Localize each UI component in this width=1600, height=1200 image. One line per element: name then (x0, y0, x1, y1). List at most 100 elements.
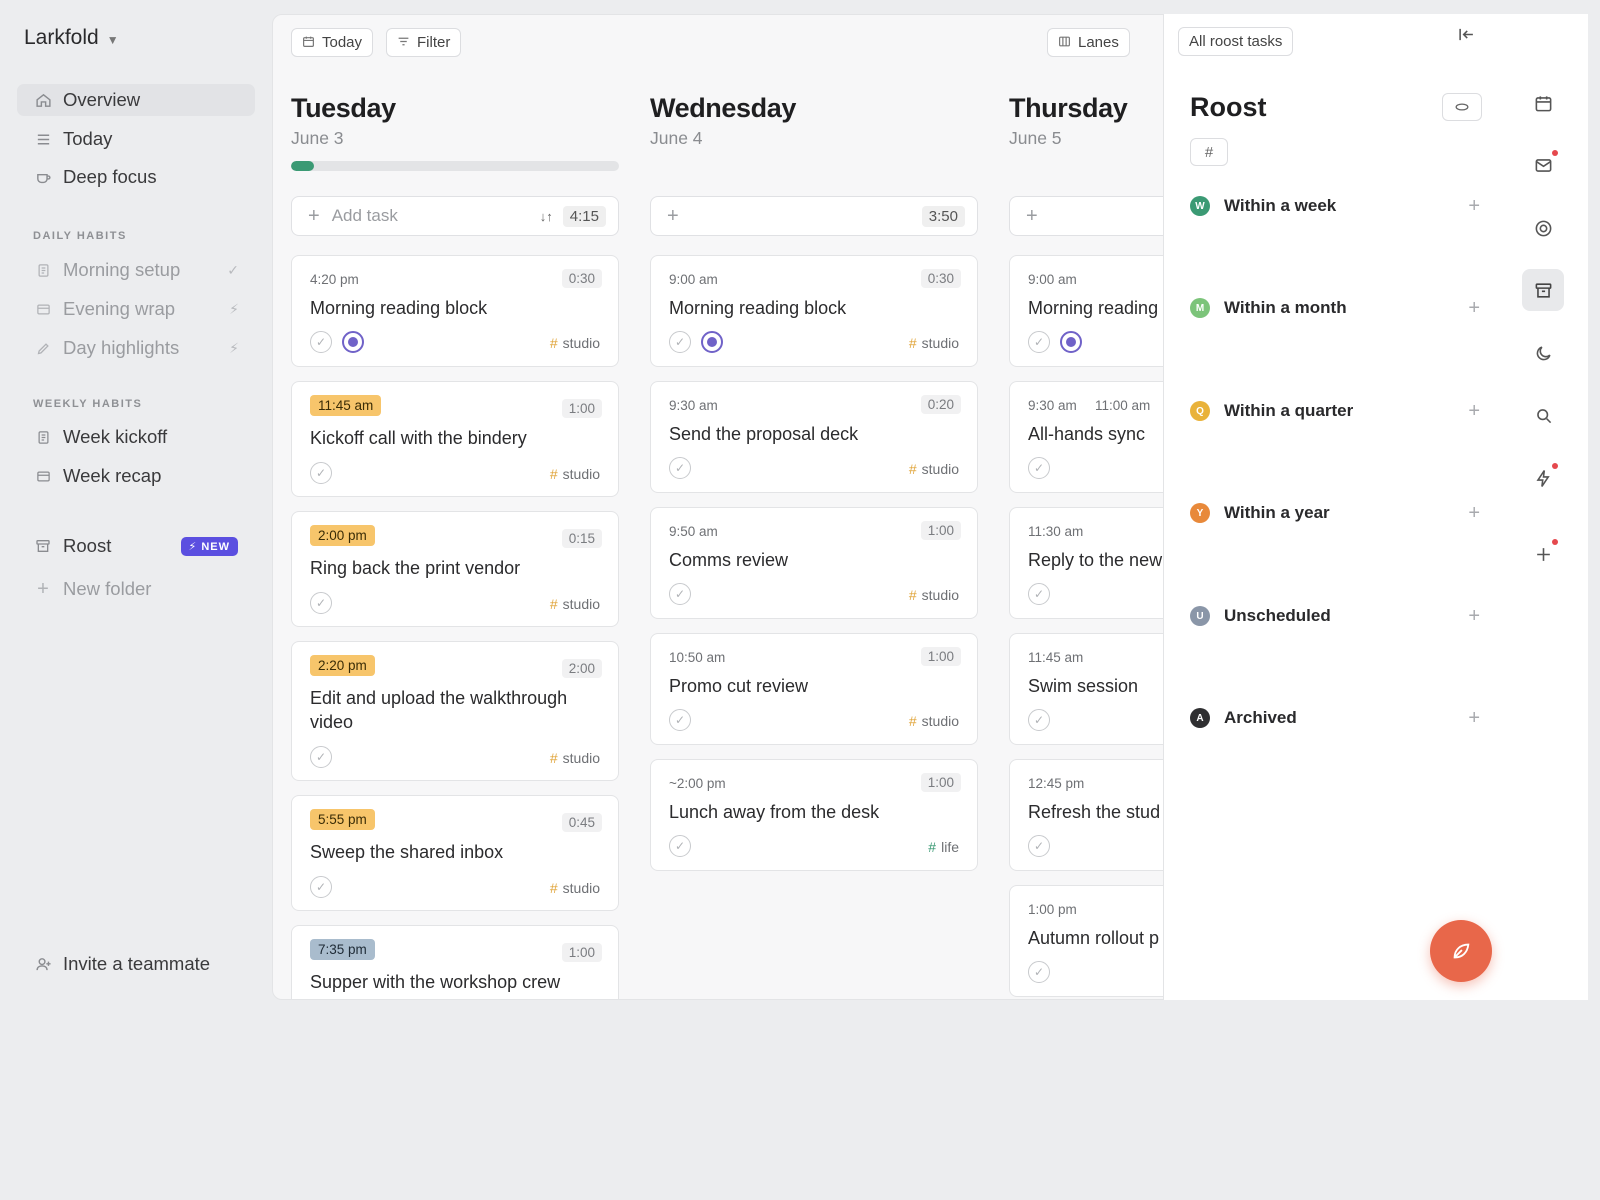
archive-box-icon (33, 536, 53, 556)
nav-overview[interactable]: Overview (17, 84, 255, 116)
task-card[interactable]: 9:50 am 1:00 Comms review ✓ # studio (650, 507, 978, 619)
sort-icon[interactable]: ↓↑ (540, 209, 553, 224)
complete-checkbox[interactable]: ✓ (669, 457, 691, 479)
task-time: 9:30 am (1028, 398, 1077, 413)
calendar-icon[interactable] (1522, 82, 1564, 124)
task-title: Edit and upload the walkthrough video (310, 688, 568, 732)
collapse-panel-icon[interactable] (1458, 27, 1475, 47)
habit-day-highlights[interactable]: Day highlights ⚡ (17, 332, 255, 364)
sidebar: Larkfold ▼ Overview Today Deep focus DAI… (0, 0, 272, 1000)
complete-checkbox[interactable]: ✓ (669, 835, 691, 857)
add-icon[interactable]: + (1468, 400, 1480, 423)
moon-icon[interactable] (1522, 332, 1564, 374)
complete-checkbox[interactable]: ✓ (1028, 457, 1050, 479)
task-card[interactable]: 10:50 am 1:00 Promo cut review ✓ # studio (650, 633, 978, 745)
plus-icon[interactable] (1522, 533, 1564, 575)
task-card[interactable]: 9:00 am 0:30 Morning reading block ✓ # st… (650, 255, 978, 367)
complete-checkbox[interactable]: ✓ (1028, 331, 1050, 353)
all-roost-tasks-button[interactable]: All roost tasks (1178, 27, 1294, 56)
habit-week-kickoff[interactable]: Week kickoff (17, 421, 255, 453)
complete-checkbox[interactable]: ✓ (669, 709, 691, 731)
focus-target-icon[interactable] (342, 331, 364, 353)
task-title: Ring back the print vendor (310, 558, 521, 578)
chat-button[interactable] (1430, 920, 1492, 982)
target-icon[interactable] (1522, 207, 1564, 249)
cup-icon (33, 167, 53, 187)
task-duration: 1:00 (561, 943, 602, 962)
today-button[interactable]: Today (291, 28, 374, 57)
nav-today[interactable]: Today (17, 123, 255, 155)
invite-teammate-button[interactable]: Invite a teammate (17, 948, 255, 980)
chevron-down-icon: ▼ (106, 32, 119, 47)
add-task-input[interactable]: + Add task ↓↑ 4:15 (291, 196, 619, 236)
hashtag-filter-button[interactable]: # (1190, 138, 1228, 166)
hash-icon: # (549, 466, 558, 482)
bucket-letter: Y (1190, 503, 1210, 523)
new-folder-button[interactable]: + New folder (17, 573, 255, 605)
add-icon[interactable]: + (1468, 502, 1480, 525)
card-icon (33, 299, 53, 319)
task-duration: 1:00 (920, 521, 961, 540)
task-time: 9:50 am (669, 524, 718, 539)
task-time: 9:00 am (669, 272, 718, 287)
task-card[interactable]: 9:30 am 0:20 Send the proposal deck ✓ # s… (650, 381, 978, 493)
bucket-within-a-year[interactable]: Y Within a year + (1190, 501, 1480, 525)
complete-checkbox[interactable]: ✓ (1028, 961, 1050, 983)
bucket-within-a-week[interactable]: W Within a week + (1190, 194, 1480, 218)
hash-icon: # (928, 839, 937, 855)
bucket-within-a-month[interactable]: M Within a month + (1190, 296, 1480, 320)
complete-checkbox[interactable]: ✓ (310, 462, 332, 484)
workspace-switcher[interactable]: Larkfold ▼ (24, 26, 119, 50)
nav-deep-focus[interactable]: Deep focus (17, 161, 255, 193)
complete-checkbox[interactable]: ✓ (310, 592, 332, 614)
bucket-letter: Q (1190, 401, 1210, 421)
mail-icon[interactable] (1522, 144, 1564, 186)
task-duration: 0:45 (561, 813, 602, 832)
add-icon[interactable]: + (1468, 195, 1480, 218)
add-icon[interactable]: + (1468, 297, 1480, 320)
day-date: June 3 (291, 128, 344, 148)
complete-checkbox[interactable]: ✓ (310, 876, 332, 898)
focus-target-icon[interactable] (701, 331, 723, 353)
lanes-button[interactable]: Lanes (1047, 28, 1130, 57)
calendar-icon (302, 35, 315, 51)
add-icon[interactable]: + (1468, 605, 1480, 628)
complete-checkbox[interactable]: ✓ (669, 331, 691, 353)
bucket-unscheduled[interactable]: U Unscheduled + (1190, 604, 1480, 628)
nav-roost[interactable]: Roost ⚡ NEW (17, 530, 255, 562)
task-card[interactable]: 7:35 pm 1:00 Supper with the workshop cr… (291, 925, 619, 999)
task-card[interactable]: 4:20 pm 0:30 Morning reading block ✓ # st… (291, 255, 619, 367)
search-icon[interactable] (1522, 394, 1564, 436)
task-card[interactable]: 2:20 pm 2:00 Edit and upload the walkthr… (291, 641, 619, 781)
task-card[interactable]: 2:00 pm 0:15 Ring back the print vendor … (291, 511, 619, 627)
add-task-input[interactable]: + 3:50 (650, 196, 978, 236)
task-duration: 0:15 (561, 529, 602, 548)
bucket-archived[interactable]: A Archived + (1190, 706, 1480, 730)
complete-checkbox[interactable]: ✓ (310, 746, 332, 768)
filter-button[interactable]: Filter (386, 28, 462, 57)
habit-label: Evening wrap (63, 298, 176, 319)
focus-target-icon[interactable] (1060, 331, 1082, 353)
leaf-icon (1453, 943, 1470, 959)
task-title: Promo cut review (669, 676, 809, 696)
habit-morning-setup[interactable]: Morning setup ✓ (17, 254, 255, 286)
task-card[interactable]: ~2:00 pm 1:00 Lunch away from the desk ✓… (650, 759, 978, 871)
visibility-toggle[interactable] (1442, 93, 1482, 121)
bolt-icon[interactable] (1522, 457, 1564, 499)
bucket-label: Unscheduled (1224, 606, 1331, 625)
habit-label: Week recap (63, 465, 162, 486)
plus-icon: + (1026, 204, 1038, 227)
task-time: 9:00 am (1028, 272, 1077, 287)
complete-checkbox[interactable]: ✓ (1028, 835, 1050, 857)
habit-week-recap[interactable]: Week recap (17, 460, 255, 492)
complete-checkbox[interactable]: ✓ (669, 583, 691, 605)
complete-checkbox[interactable]: ✓ (310, 331, 332, 353)
add-icon[interactable]: + (1468, 707, 1480, 730)
complete-checkbox[interactable]: ✓ (1028, 709, 1050, 731)
task-card[interactable]: 5:55 pm 0:45 Sweep the shared inbox ✓ # s… (291, 795, 619, 911)
task-card[interactable]: 11:45 am 1:00 Kickoff call with the bind… (291, 381, 619, 497)
habit-evening-wrap[interactable]: Evening wrap ⚡ (17, 293, 255, 325)
archive-box-icon[interactable] (1522, 269, 1564, 311)
complete-checkbox[interactable]: ✓ (1028, 583, 1050, 605)
bucket-within-a-quarter[interactable]: Q Within a quarter + (1190, 399, 1480, 423)
